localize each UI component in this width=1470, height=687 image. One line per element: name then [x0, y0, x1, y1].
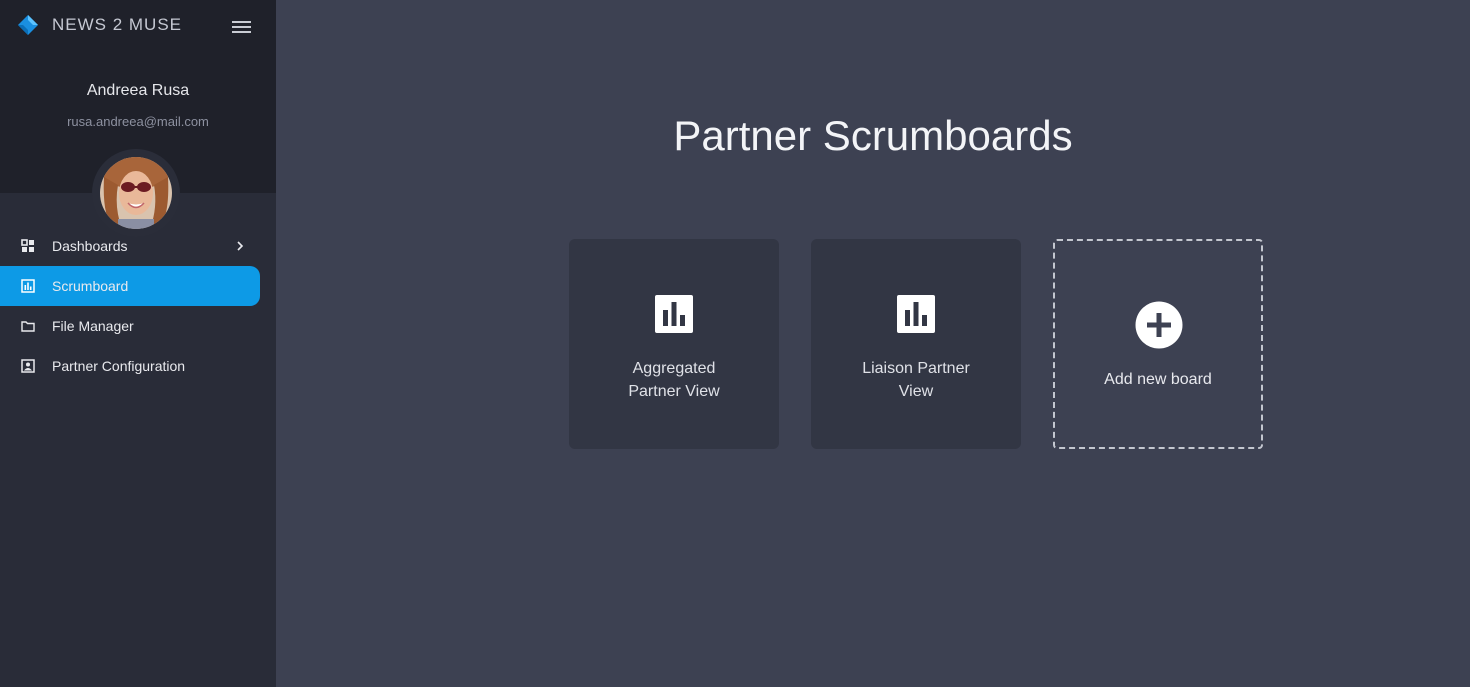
sidebar-nav: Dashboards Scrumboard File Manager Partn… — [0, 226, 276, 386]
board-card-aggregated-partner-view[interactable]: Aggregated Partner View — [569, 239, 779, 449]
plus-circle-icon — [1135, 301, 1183, 349]
add-new-board-label: Add new board — [1104, 371, 1212, 388]
contact-icon — [21, 359, 35, 373]
bar-chart-icon — [655, 295, 693, 333]
board-label: Liaison Partner View — [862, 360, 970, 400]
sidebar-item-partner-configuration[interactable]: Partner Configuration — [0, 346, 260, 386]
chevron-right-icon — [237, 241, 244, 251]
sidebar-item-scrumboard[interactable]: Scrumboard — [0, 266, 260, 306]
chart-icon — [21, 279, 35, 293]
page-title: Partner Scrumboards — [673, 112, 1073, 159]
bar-chart-icon — [897, 295, 935, 333]
brand-logo-icon — [18, 15, 38, 35]
user-email: rusa.andreea@mail.com — [67, 114, 209, 129]
board-card-liaison-partner-view[interactable]: Liaison Partner View — [811, 239, 1021, 449]
avatar[interactable] — [100, 157, 172, 229]
sidebar-item-label: Partner Configuration — [52, 358, 186, 374]
brand-name: NEWS 2 MUSE — [52, 15, 183, 34]
grid-icon — [21, 239, 34, 252]
folder-icon — [21, 321, 35, 332]
add-new-board-button[interactable]: Add new board — [1053, 239, 1263, 449]
sidebar: NEWS 2 MUSE Andreea Rusa rusa.andreea@ma… — [0, 0, 276, 687]
brand[interactable]: NEWS 2 MUSE — [17, 13, 182, 37]
sidebar-item-file-manager[interactable]: File Manager — [0, 306, 260, 346]
sidebar-item-label: Scrumboard — [52, 278, 129, 294]
sidebar-item-dashboards[interactable]: Dashboards — [0, 226, 260, 266]
sidebar-item-label: Dashboards — [52, 238, 128, 254]
sidebar-item-label: File Manager — [52, 318, 134, 334]
user-name: Andreea Rusa — [86, 82, 190, 99]
hamburger-menu-icon[interactable] — [232, 18, 256, 38]
board-label: Aggregated Partner View — [628, 360, 720, 400]
